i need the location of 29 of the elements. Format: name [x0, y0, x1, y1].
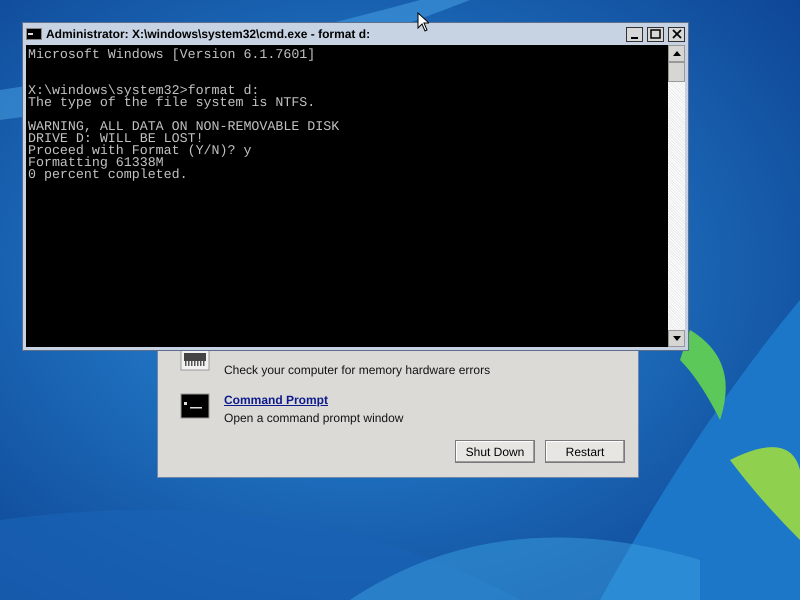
minimize-button[interactable] [626, 26, 643, 42]
mouse-pointer-icon [417, 12, 429, 32]
scroll-thumb[interactable] [668, 62, 685, 82]
console-line: WARNING, ALL DATA ON NON-REMOVABLE DISK [28, 121, 340, 133]
scroll-up-button[interactable] [668, 45, 685, 62]
minimize-icon [631, 37, 638, 39]
terminal-icon [180, 393, 210, 419]
console-line: Proceed with Format (Y/N)? y [28, 145, 252, 157]
console-line: X:\windows\system32>format d: [28, 85, 260, 97]
maximize-icon [650, 29, 661, 39]
console-line: DRIVE D: WILL BE LOST! [28, 133, 204, 145]
console-icon [26, 28, 42, 40]
tool-link[interactable]: Command Prompt [224, 393, 404, 407]
up-arrow-icon [672, 51, 680, 56]
close-icon [672, 29, 682, 39]
window-title: Administrator: X:\windows\system32\cmd.exe - format d: [46, 27, 372, 41]
close-button[interactable] [668, 26, 685, 42]
console-line: The type of the file system is NTFS. [28, 97, 316, 109]
maximize-button[interactable] [647, 26, 664, 42]
console-line: Microsoft Windows [Version 6.1.7601] [28, 49, 316, 61]
scroll-down-button[interactable] [668, 330, 685, 347]
down-arrow-icon [672, 336, 680, 341]
dialog-button[interactable]: Shut Down [455, 440, 535, 463]
console-line: Formatting 61338M [28, 157, 164, 169]
tool-description: Check your computer for memory hardware errors [224, 363, 490, 377]
dialog-button[interactable]: Restart [545, 440, 625, 463]
tool-description: Open a command prompt window [224, 411, 404, 425]
scrollbar[interactable] [668, 45, 685, 347]
console-line: 0 percent completed. [28, 169, 189, 181]
